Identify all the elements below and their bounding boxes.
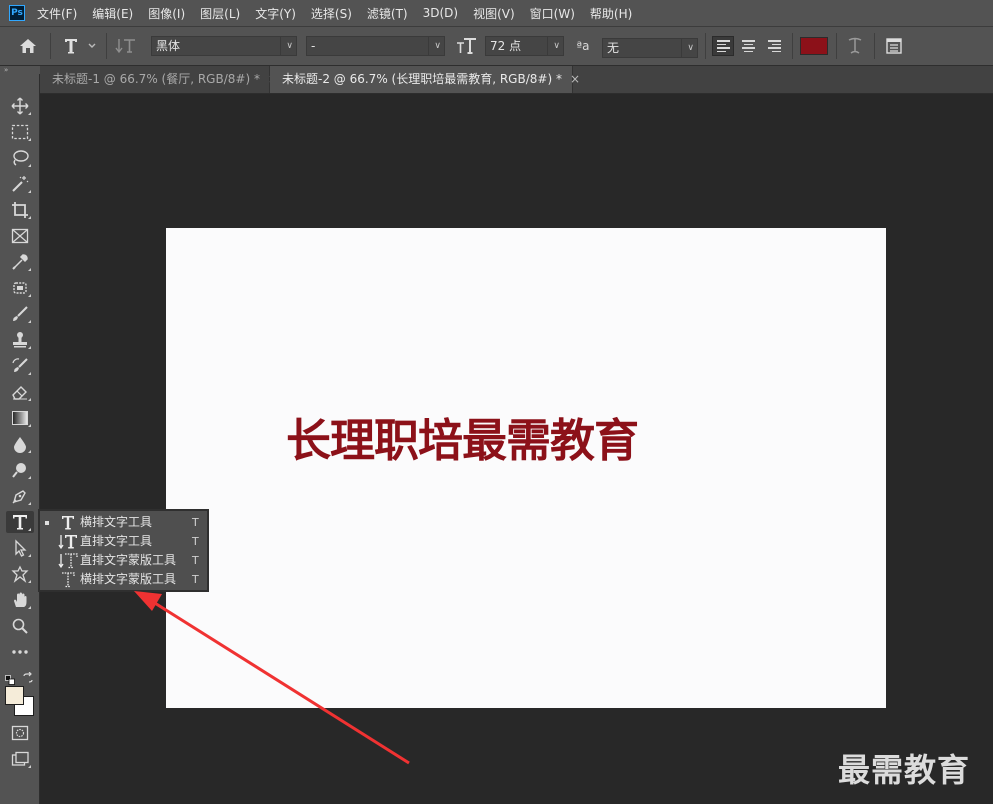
hand-tool-icon[interactable] <box>6 589 34 611</box>
toggle-orientation-icon[interactable] <box>115 36 137 56</box>
font-size-icon <box>456 37 478 55</box>
menu-item-label: 直排文字蒙版工具 <box>80 553 177 567</box>
font-size-value: 72 点 <box>490 39 522 53</box>
chevron-down-icon: ∨ <box>681 39 694 57</box>
pen-tool-icon[interactable] <box>6 485 34 507</box>
chevron-down-icon: ∨ <box>280 37 293 55</box>
menu-type[interactable]: 文字(Y) <box>255 5 296 22</box>
home-icon[interactable] <box>19 38 37 54</box>
anti-alias-select[interactable]: 无 ∨ <box>602 38 698 58</box>
quick-mask-icon[interactable] <box>6 722 34 744</box>
chevron-down-icon: ∨ <box>428 37 441 55</box>
vertical-type-mask-icon <box>58 552 78 569</box>
menu-item-label: 横排文字蒙版工具 <box>80 572 177 586</box>
anti-alias-icon: ªa <box>576 39 590 53</box>
menu-help[interactable]: 帮助(H) <box>590 5 632 22</box>
shortcut-label: T <box>192 535 199 548</box>
type-tool-icon[interactable] <box>6 511 34 533</box>
menu-item-vertical-type[interactable]: 直排文字工具 T <box>40 532 207 551</box>
more-tools-icon[interactable] <box>6 641 34 663</box>
menu-window[interactable]: 窗口(W) <box>530 5 575 22</box>
lasso-tool-icon[interactable] <box>6 147 34 169</box>
type-tool-flyout-menu: 横排文字工具 T 直排文字工具 T 直排文字蒙版工具 T 横排文字蒙版工具 T <box>38 509 209 592</box>
healing-brush-tool-icon[interactable] <box>6 277 34 299</box>
eyedropper-tool-icon[interactable] <box>6 251 34 273</box>
font-size-select[interactable]: 72 点 ∨ <box>485 36 564 56</box>
menu-item-horizontal-type-mask[interactable]: 横排文字蒙版工具 T <box>40 570 207 589</box>
menu-item-vertical-type-mask[interactable]: 直排文字蒙版工具 T <box>40 551 207 570</box>
tab-label: 未标题-2 @ 66.7% (长理职培最需教育, RGB/8#) * <box>282 72 562 86</box>
menu-item-horizontal-type[interactable]: 横排文字工具 T <box>40 513 207 532</box>
crop-tool-icon[interactable] <box>6 199 34 221</box>
path-selection-tool-icon[interactable] <box>6 537 34 559</box>
horizontal-type-icon <box>58 514 78 531</box>
move-tool-icon[interactable] <box>6 95 34 117</box>
marquee-tool-icon[interactable] <box>6 121 34 143</box>
photoshop-logo: Ps <box>9 5 25 21</box>
font-style-select[interactable]: - ∨ <box>306 36 445 56</box>
menu-view[interactable]: 视图(V) <box>473 5 515 22</box>
menu-layer[interactable]: 图层(L) <box>200 5 240 22</box>
chevron-down-icon: ∨ <box>547 37 560 55</box>
menu-select[interactable]: 选择(S) <box>311 5 352 22</box>
blur-tool-icon[interactable] <box>6 433 34 455</box>
font-family-select[interactable]: 黑体 ∨ <box>151 36 297 56</box>
tab-document-1[interactable]: 未标题-1 @ 66.7% (餐厅, RGB/8#) *× <box>40 66 278 93</box>
menu-item-label: 横排文字工具 <box>80 515 153 529</box>
tab-label: 未标题-1 @ 66.7% (餐厅, RGB/8#) * <box>52 72 260 86</box>
default-colors-icon[interactable] <box>5 670 15 685</box>
magic-wand-tool-icon[interactable] <box>6 173 34 195</box>
menu-image[interactable]: 图像(I) <box>148 5 185 22</box>
custom-shape-tool-icon[interactable] <box>6 563 34 585</box>
screen-mode-icon[interactable] <box>6 748 34 770</box>
document-canvas[interactable]: 长理职培最需教育 <box>166 228 886 708</box>
shortcut-label: T <box>192 573 199 586</box>
menu-file[interactable]: 文件(F) <box>37 5 77 22</box>
brush-tool-icon[interactable] <box>6 303 34 325</box>
close-icon[interactable]: × <box>570 72 580 86</box>
selected-indicator <box>45 521 49 525</box>
clone-stamp-tool-icon[interactable] <box>6 329 34 351</box>
eraser-tool-icon[interactable] <box>6 381 34 403</box>
tools-panel <box>0 74 40 804</box>
watermark-text: 最需教育 <box>838 751 971 789</box>
panel-collapse-handle[interactable]: » <box>0 66 40 74</box>
dodge-tool-icon[interactable] <box>6 459 34 481</box>
shortcut-label: T <box>192 554 199 567</box>
font-style-value: - <box>311 39 316 53</box>
menu-filter[interactable]: 滤镜(T) <box>367 5 408 22</box>
frame-tool-icon[interactable] <box>6 225 34 247</box>
warp-text-icon[interactable] <box>845 36 865 56</box>
document-tab-bar: 未标题-1 @ 66.7% (餐厅, RGB/8#) *× 未标题-2 @ 66… <box>40 66 993 94</box>
align-right-button[interactable] <box>763 36 785 56</box>
horizontal-type-mask-icon <box>58 571 78 588</box>
type-tool-preset-icon[interactable] <box>63 36 99 56</box>
zoom-tool-icon[interactable] <box>6 615 34 637</box>
menu-edit[interactable]: 编辑(E) <box>92 5 133 22</box>
vertical-type-icon <box>58 533 78 550</box>
character-panel-icon[interactable] <box>885 37 903 55</box>
align-left-button[interactable] <box>712 36 734 56</box>
anti-alias-value: 无 <box>607 41 620 55</box>
menu-item-label: 直排文字工具 <box>80 534 153 548</box>
shortcut-label: T <box>192 516 199 529</box>
menu-bar: Ps 文件(F) 编辑(E) 图像(I) 图层(L) 文字(Y) 选择(S) 滤… <box>0 0 993 26</box>
menu-3d[interactable]: 3D(D) <box>423 6 458 20</box>
history-brush-tool-icon[interactable] <box>6 355 34 377</box>
canvas-text-layer[interactable]: 长理职培最需教育 <box>286 414 806 468</box>
tab-document-2[interactable]: 未标题-2 @ 66.7% (长理职培最需教育, RGB/8#) * × <box>270 66 580 93</box>
foreground-color-swatch[interactable] <box>5 686 24 705</box>
swap-colors-icon[interactable] <box>22 669 34 683</box>
align-center-button[interactable] <box>737 36 759 56</box>
text-color-swatch[interactable] <box>800 37 828 55</box>
options-bar: 黑体 ∨ - ∨ 72 点 ∨ ªa 无 ∨ <box>0 26 993 66</box>
font-family-value: 黑体 <box>156 39 181 53</box>
gradient-tool-icon[interactable] <box>6 407 34 429</box>
